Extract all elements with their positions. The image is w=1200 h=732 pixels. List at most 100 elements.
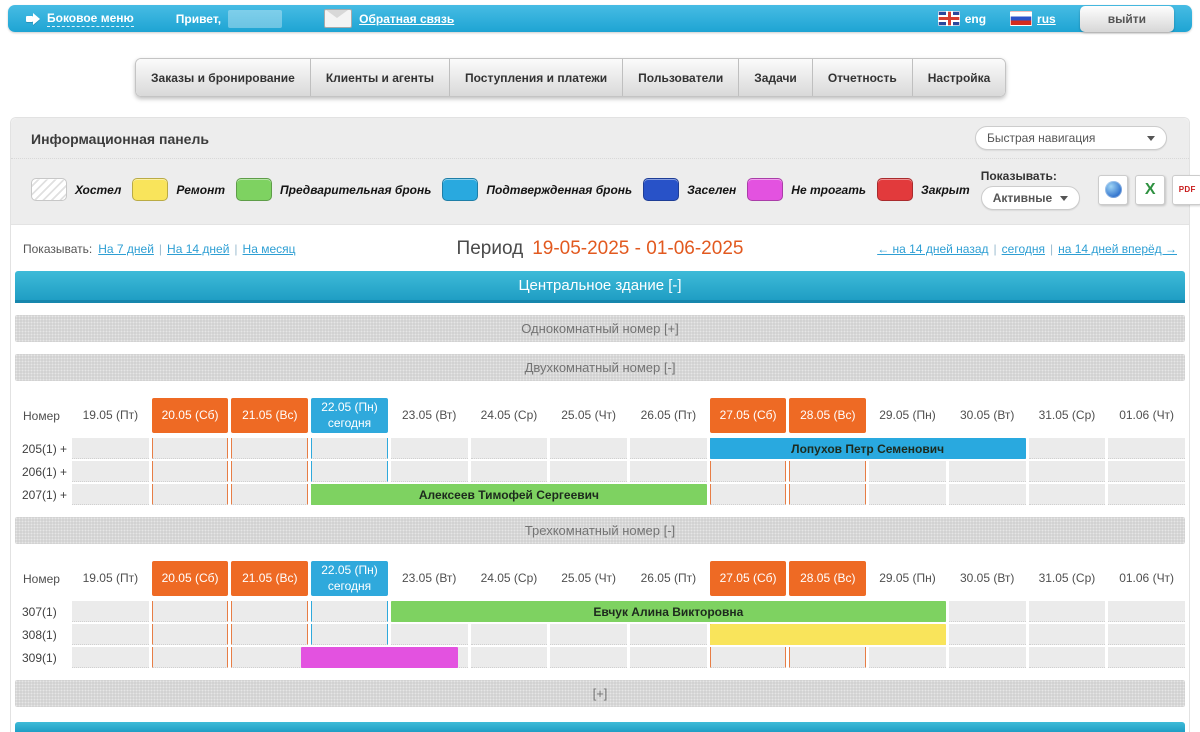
- booking-bar[interactable]: [301, 647, 457, 668]
- show-filter-dropdown[interactable]: Активные: [981, 186, 1080, 210]
- room-label[interactable]: 206(1) +: [15, 461, 69, 482]
- day-cell[interactable]: [311, 624, 388, 645]
- nav-tab[interactable]: Поступления и платежи: [450, 59, 623, 96]
- period-range-link[interactable]: На 7 дней: [98, 242, 154, 256]
- day-cell[interactable]: [311, 461, 388, 482]
- day-cell[interactable]: [471, 461, 548, 482]
- room-label[interactable]: 309(1): [15, 647, 69, 668]
- next-building-header-partial[interactable]: [15, 722, 1185, 732]
- day-cell[interactable]: [1029, 624, 1106, 645]
- day-cell[interactable]: [789, 647, 866, 668]
- day-cell[interactable]: [869, 484, 946, 505]
- day-cell[interactable]: [72, 647, 149, 668]
- day-cell[interactable]: [1029, 461, 1106, 482]
- booking-bar[interactable]: Лопухов Петр Семенович: [710, 438, 1026, 459]
- period-range-link[interactable]: На месяц: [243, 242, 296, 256]
- day-cell[interactable]: [949, 624, 1026, 645]
- booking-bar[interactable]: [710, 624, 946, 645]
- building-header[interactable]: Центральное здание [-]: [15, 271, 1185, 303]
- day-cell[interactable]: [710, 484, 787, 505]
- day-cell[interactable]: [471, 438, 548, 459]
- side-menu-toggle[interactable]: Боковое меню: [26, 11, 134, 27]
- day-cell[interactable]: [869, 461, 946, 482]
- day-cell[interactable]: [152, 624, 229, 645]
- day-cell[interactable]: [231, 647, 308, 668]
- room-category-bar[interactable]: Однокомнатный номер [+]: [15, 315, 1185, 342]
- booking-bar[interactable]: Алексеев Тимофей Сергеевич: [311, 484, 707, 505]
- day-cell[interactable]: [152, 461, 229, 482]
- day-cell[interactable]: [949, 647, 1026, 668]
- day-cell[interactable]: [391, 438, 468, 459]
- day-cell[interactable]: [152, 484, 229, 505]
- day-cell[interactable]: [1108, 647, 1185, 668]
- day-cell[interactable]: [1108, 438, 1185, 459]
- room-category-bar[interactable]: Двухкомнатный номер [-]: [15, 354, 1185, 381]
- day-cell[interactable]: [1029, 647, 1106, 668]
- room-category-bar[interactable]: [+]: [15, 680, 1185, 707]
- excel-export-icon[interactable]: X: [1135, 175, 1165, 205]
- pdf-export-icon[interactable]: PDF: [1172, 175, 1200, 205]
- day-cell[interactable]: [231, 624, 308, 645]
- room-label[interactable]: 205(1) +: [15, 438, 69, 459]
- day-cell[interactable]: [949, 461, 1026, 482]
- day-cell[interactable]: [152, 647, 229, 668]
- period-range-link[interactable]: На 14 дней: [167, 242, 229, 256]
- day-cell[interactable]: [72, 438, 149, 459]
- day-cell[interactable]: [72, 484, 149, 505]
- nav-tab[interactable]: Заказы и бронирование: [136, 59, 311, 96]
- period-nav-link[interactable]: на 14 дней вперёд →: [1058, 242, 1177, 256]
- nav-tab[interactable]: Задачи: [739, 59, 813, 96]
- nav-tab[interactable]: Отчетность: [813, 59, 913, 96]
- lang-eng[interactable]: eng: [938, 11, 986, 26]
- lang-rus[interactable]: rus: [1010, 11, 1056, 26]
- day-cell[interactable]: [949, 601, 1026, 622]
- day-cell[interactable]: [72, 601, 149, 622]
- period-nav-link[interactable]: сегодня: [1002, 242, 1045, 256]
- room-label[interactable]: 207(1) +: [15, 484, 69, 505]
- day-cell[interactable]: [231, 438, 308, 459]
- day-cell[interactable]: [72, 461, 149, 482]
- day-cell[interactable]: [630, 461, 707, 482]
- day-cell[interactable]: [789, 461, 866, 482]
- nav-tab[interactable]: Клиенты и агенты: [311, 59, 450, 96]
- day-cell[interactable]: [231, 461, 308, 482]
- day-cell[interactable]: [630, 438, 707, 459]
- day-cell[interactable]: [471, 624, 548, 645]
- nav-tab[interactable]: Настройка: [913, 59, 1006, 96]
- day-cell[interactable]: [789, 484, 866, 505]
- day-cell[interactable]: [550, 624, 627, 645]
- day-cell[interactable]: [630, 624, 707, 645]
- day-cell[interactable]: [550, 438, 627, 459]
- day-cell[interactable]: [391, 624, 468, 645]
- day-cell[interactable]: [869, 647, 946, 668]
- room-category-bar[interactable]: Трехкомнатный номер [-]: [15, 517, 1185, 544]
- booking-bar[interactable]: Евчук Алина Викторовна: [391, 601, 946, 622]
- day-cell[interactable]: [311, 438, 388, 459]
- day-cell[interactable]: [710, 647, 787, 668]
- nav-tab[interactable]: Пользователи: [623, 59, 739, 96]
- day-cell[interactable]: [1108, 624, 1185, 645]
- day-cell[interactable]: [1029, 601, 1106, 622]
- day-cell[interactable]: [1108, 461, 1185, 482]
- day-cell[interactable]: [1029, 438, 1106, 459]
- day-cell[interactable]: [152, 601, 229, 622]
- day-cell[interactable]: [231, 484, 308, 505]
- feedback-link[interactable]: Обратная связь: [324, 9, 454, 28]
- day-cell[interactable]: [710, 461, 787, 482]
- day-cell[interactable]: [1029, 484, 1106, 505]
- day-cell[interactable]: [550, 461, 627, 482]
- day-cell[interactable]: [471, 647, 548, 668]
- quick-nav-dropdown[interactable]: Быстрая навигация: [975, 126, 1167, 150]
- html-export-icon[interactable]: [1098, 175, 1128, 205]
- room-label[interactable]: 308(1): [15, 624, 69, 645]
- day-cell[interactable]: [1108, 601, 1185, 622]
- day-cell[interactable]: [949, 484, 1026, 505]
- day-cell[interactable]: [231, 601, 308, 622]
- day-cell[interactable]: [1108, 484, 1185, 505]
- day-cell[interactable]: [72, 624, 149, 645]
- room-label[interactable]: 307(1): [15, 601, 69, 622]
- day-cell[interactable]: [152, 438, 229, 459]
- day-cell[interactable]: [311, 601, 388, 622]
- logout-button[interactable]: выйти: [1080, 6, 1174, 32]
- day-cell[interactable]: [630, 647, 707, 668]
